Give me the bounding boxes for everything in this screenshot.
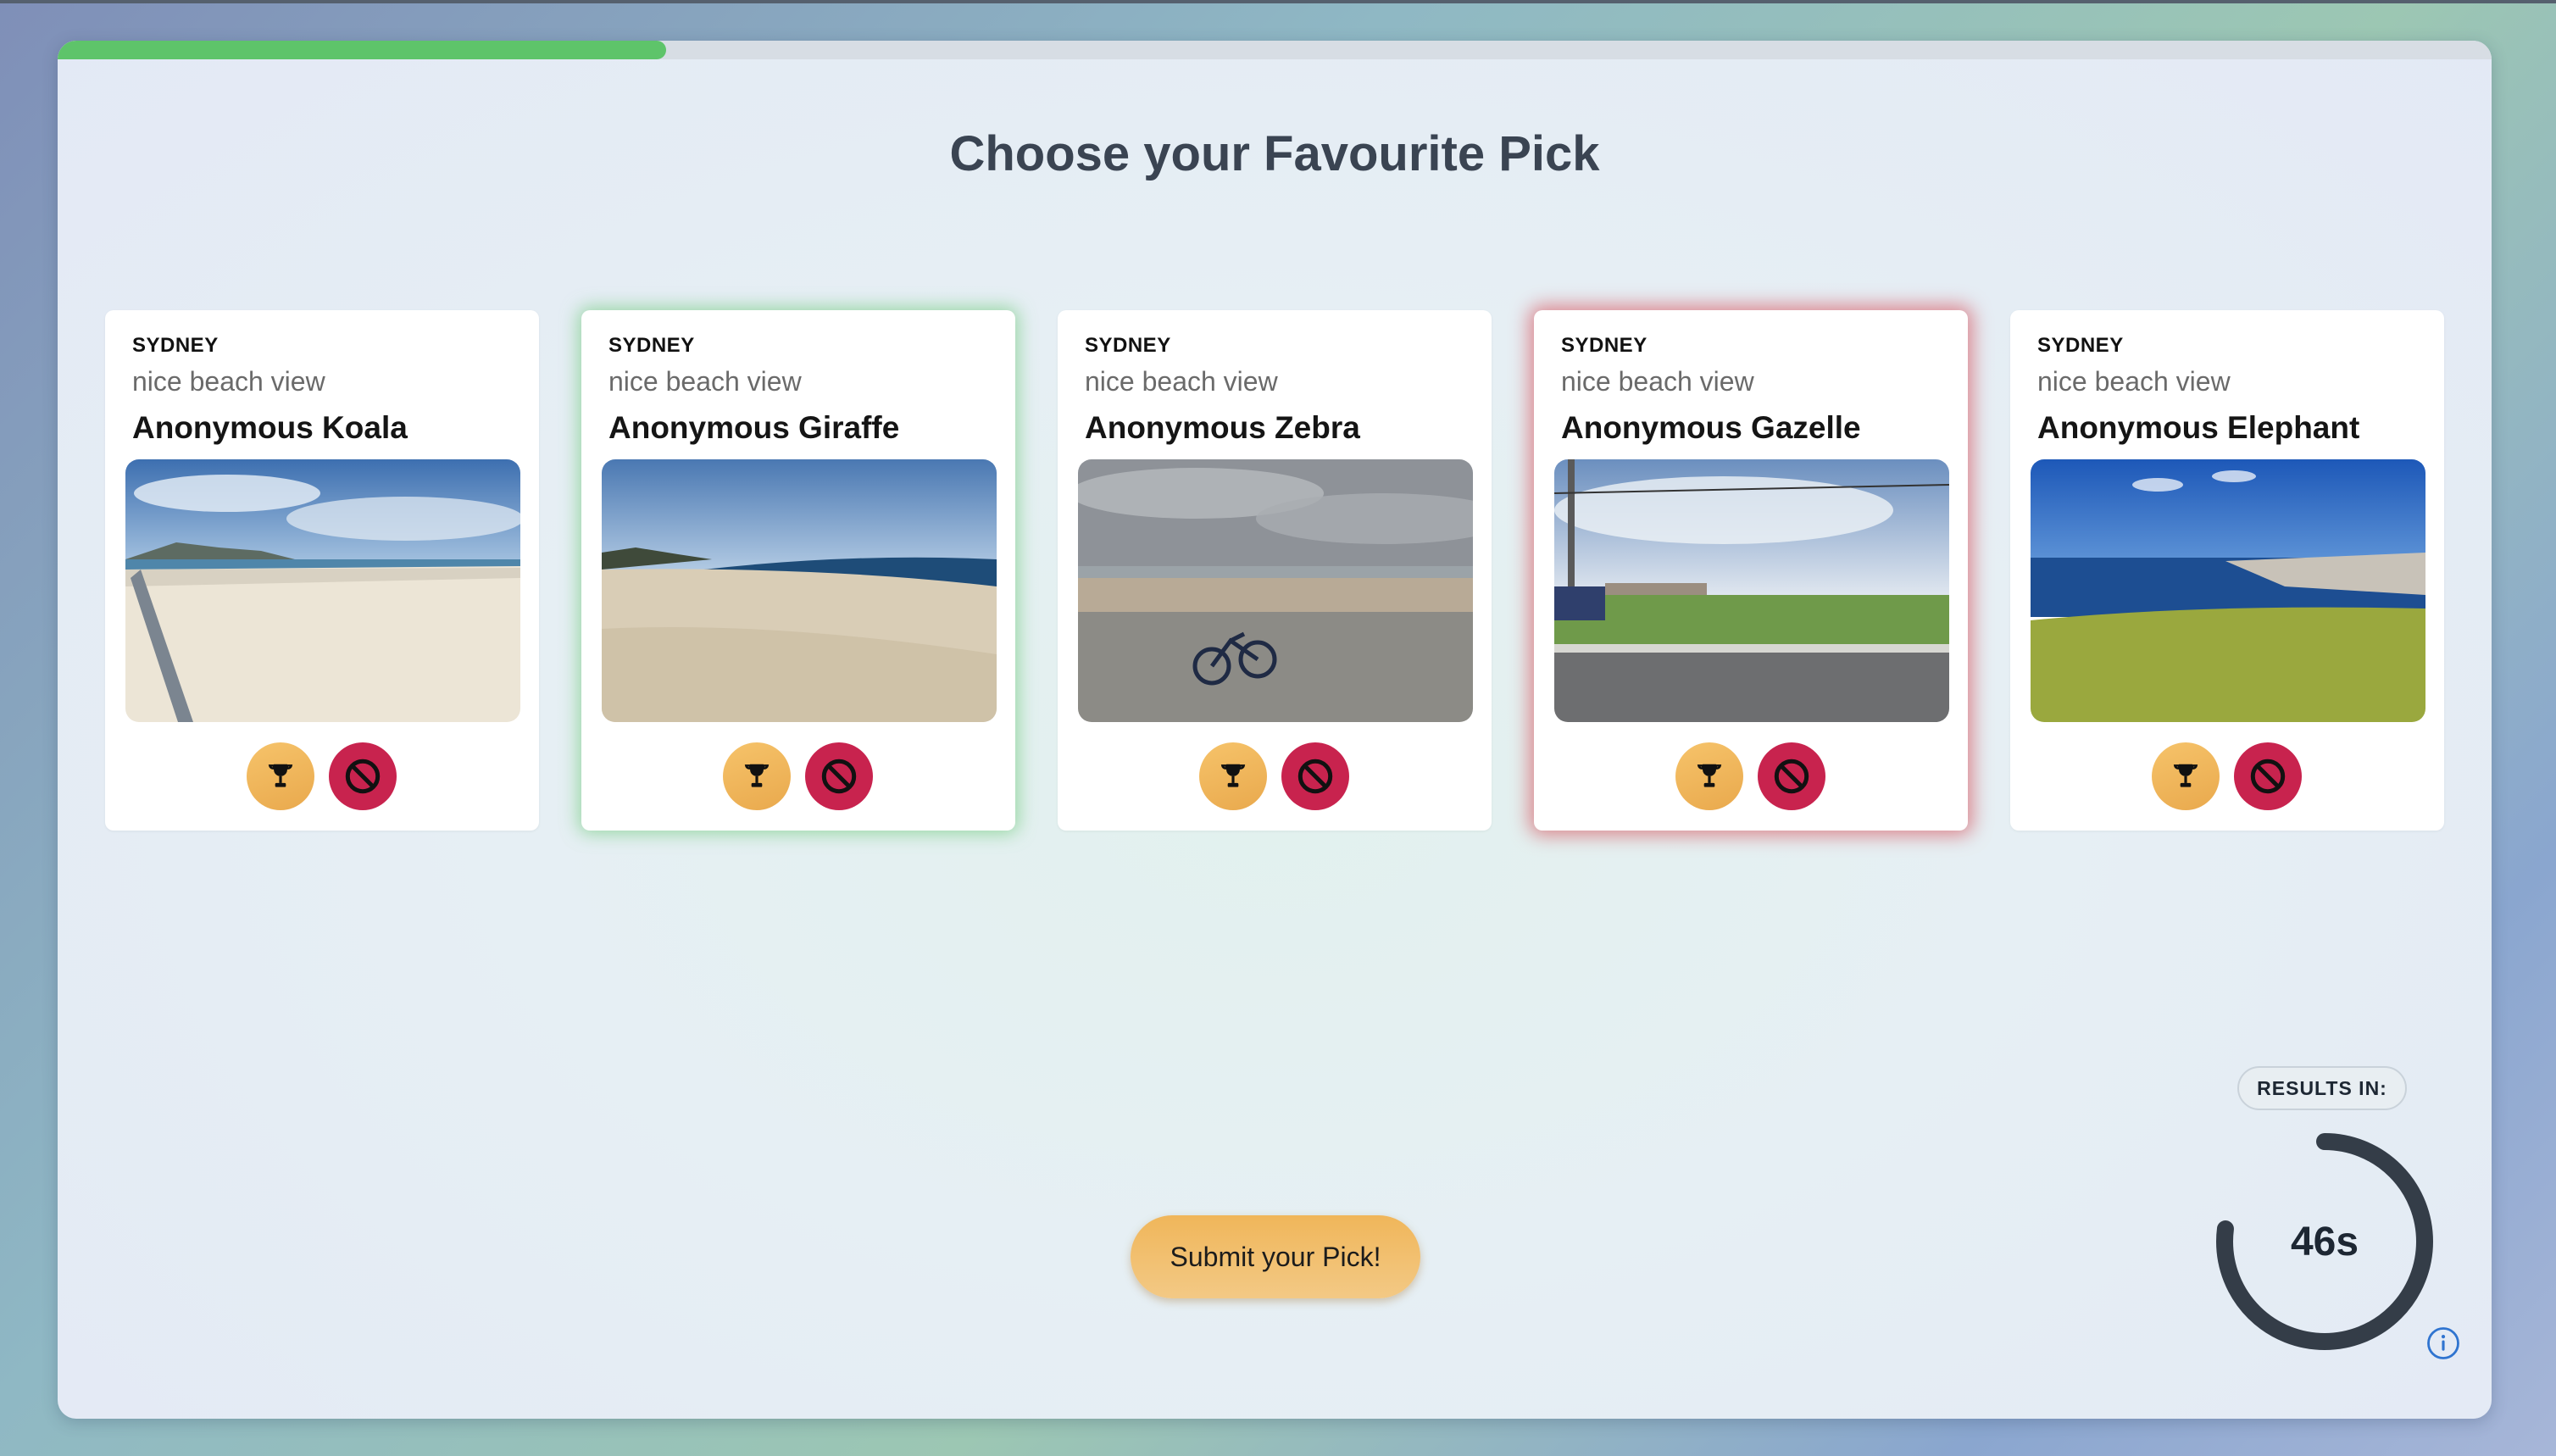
card-actions xyxy=(1534,742,1968,810)
block-icon xyxy=(345,759,381,794)
vote-trophy-button[interactable] xyxy=(2152,742,2220,810)
bicycle-beach-photo xyxy=(1078,459,1473,722)
card-name: Anonymous Zebra xyxy=(1085,410,1360,445)
vote-block-button[interactable] xyxy=(1281,742,1349,810)
card-city: SYDNEY xyxy=(1561,334,1648,357)
bay-view-photo xyxy=(2031,459,2425,722)
grass-road-photo xyxy=(1554,459,1949,722)
card-city: SYDNEY xyxy=(2037,334,2124,357)
vote-block-button[interactable] xyxy=(1758,742,1825,810)
progress-fill xyxy=(58,41,666,59)
card-elephant[interactable]: SYDNEY nice beach view Anonymous Elephan… xyxy=(2010,310,2444,831)
card-actions xyxy=(105,742,539,810)
card-description: nice beach view xyxy=(608,366,802,397)
vote-trophy-button[interactable] xyxy=(723,742,791,810)
card-name: Anonymous Gazelle xyxy=(1561,410,1861,445)
results-in-label: RESULTS IN: xyxy=(2237,1066,2407,1110)
card-actions xyxy=(2010,742,2444,810)
block-icon xyxy=(2250,759,2286,794)
page-title: Choose your Favourite Pick xyxy=(949,126,1600,181)
card-description: nice beach view xyxy=(132,366,325,397)
card-description: nice beach view xyxy=(2037,366,2231,397)
card-name: Anonymous Koala xyxy=(132,410,408,445)
submit-pick-button[interactable]: Submit your Pick! xyxy=(1131,1215,1420,1298)
pick-panel: Choose your Favourite Pick SYDNEY nice b… xyxy=(58,41,2492,1419)
card-giraffe[interactable]: SYDNEY nice beach view Anonymous Giraffe xyxy=(581,310,1015,831)
trophy-icon xyxy=(744,764,770,787)
card-gazelle[interactable]: SYDNEY nice beach view Anonymous Gazelle xyxy=(1534,310,1968,831)
trophy-icon xyxy=(1697,764,1722,787)
card-actions xyxy=(581,742,1015,810)
sandy-beach-photo xyxy=(602,459,997,722)
trophy-icon xyxy=(2173,764,2198,787)
block-icon xyxy=(821,759,857,794)
card-actions xyxy=(1058,742,1492,810)
vote-block-button[interactable] xyxy=(329,742,397,810)
vote-trophy-button[interactable] xyxy=(1675,742,1743,810)
progress-bar xyxy=(58,41,2492,59)
vote-trophy-button[interactable] xyxy=(247,742,314,810)
cards-row: SYDNEY nice beach view Anonymous Koala S… xyxy=(105,310,2444,831)
card-name: Anonymous Giraffe xyxy=(608,410,900,445)
vote-block-button[interactable] xyxy=(805,742,873,810)
card-name: Anonymous Elephant xyxy=(2037,410,2360,445)
card-city: SYDNEY xyxy=(608,334,695,357)
trophy-icon xyxy=(1220,764,1246,787)
window-top-edge xyxy=(0,0,2556,3)
card-koala[interactable]: SYDNEY nice beach view Anonymous Koala xyxy=(105,310,539,831)
countdown-value: 46s xyxy=(2290,1219,2359,1264)
card-zebra[interactable]: SYDNEY nice beach view Anonymous Zebra xyxy=(1058,310,1492,831)
info-icon xyxy=(2427,1327,2459,1359)
countdown-timer: 46s xyxy=(2210,1127,2439,1356)
vote-block-button[interactable] xyxy=(2234,742,2302,810)
card-description: nice beach view xyxy=(1561,366,1754,397)
card-city: SYDNEY xyxy=(132,334,219,357)
card-description: nice beach view xyxy=(1085,366,1278,397)
beach-promenade-photo xyxy=(125,459,520,722)
vote-trophy-button[interactable] xyxy=(1199,742,1267,810)
info-button[interactable] xyxy=(2425,1325,2461,1361)
trophy-icon xyxy=(268,764,293,787)
block-icon xyxy=(1297,759,1333,794)
block-icon xyxy=(1774,759,1809,794)
card-city: SYDNEY xyxy=(1085,334,1171,357)
